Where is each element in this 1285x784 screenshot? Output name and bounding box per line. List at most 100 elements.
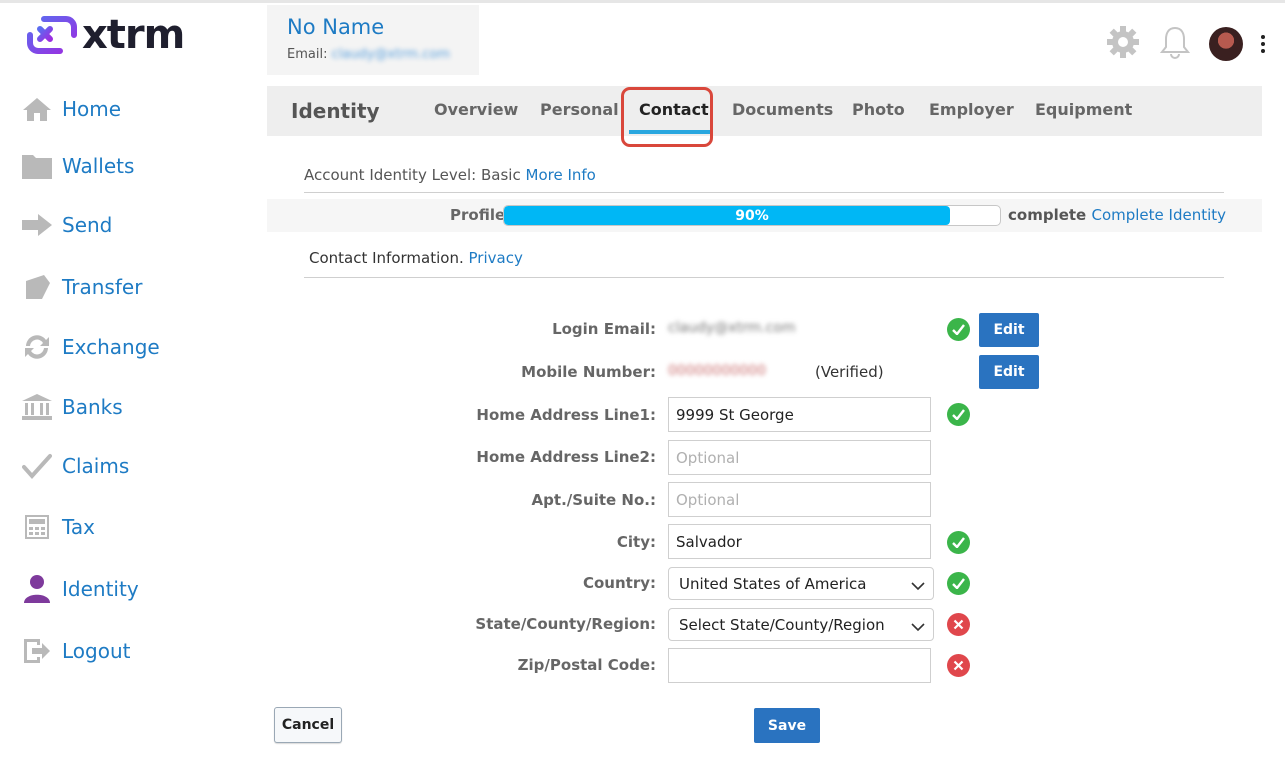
sidebar-item-logout[interactable]: Logout	[20, 631, 130, 671]
state-selected-value: Select State/County/Region	[679, 616, 885, 634]
complete-identity-link[interactable]: Complete Identity	[1091, 206, 1226, 224]
bell-icon[interactable]	[1159, 25, 1191, 63]
check-circle-icon	[947, 318, 970, 341]
bank-icon	[20, 390, 54, 424]
sidebar-item-label: Home	[62, 97, 122, 121]
sidebar-item-exchange[interactable]: Exchange	[20, 327, 160, 367]
address1-input[interactable]	[668, 397, 931, 432]
state-label: State/County/Region:	[475, 615, 656, 633]
complete-text: complete Complete Identity	[1008, 206, 1226, 224]
sidebar-item-home[interactable]: Home	[20, 89, 121, 129]
identity-tabbar: Identity Overview Personal Contact Docum…	[267, 86, 1262, 136]
gear-icon[interactable]	[1105, 24, 1141, 64]
tab-overview[interactable]: Overview	[434, 100, 518, 119]
sidebar-item-label: Send	[62, 213, 113, 237]
edit-mobile-button[interactable]: Edit	[979, 355, 1039, 389]
check-circle-icon	[947, 572, 970, 595]
sidebar-item-wallets[interactable]: Wallets	[20, 146, 134, 186]
sidebar-item-label: Tax	[62, 515, 95, 539]
sidebar-item-banks[interactable]: Banks	[20, 387, 123, 427]
check-circle-icon	[947, 403, 970, 426]
city-label: City:	[616, 533, 656, 551]
city-input[interactable]	[668, 524, 931, 559]
user-icon	[20, 572, 54, 606]
top-border	[0, 0, 1285, 3]
tab-personal[interactable]: Personal	[540, 100, 619, 119]
chevron-down-icon	[911, 577, 925, 595]
error-circle-icon	[947, 613, 970, 636]
profile-progress-row: Profile 90% complete Complete Identity	[267, 199, 1262, 232]
check-icon	[20, 449, 54, 483]
login-email-value: claudy@xtrm.com	[668, 320, 796, 336]
email-value: claudy@xtrm.com	[331, 47, 450, 62]
state-select[interactable]: Select State/County/Region	[668, 608, 934, 641]
user-name[interactable]: No Name	[287, 15, 384, 39]
chevron-down-icon	[911, 618, 925, 636]
cancel-button[interactable]: Cancel	[274, 707, 342, 743]
header-actions	[1105, 24, 1265, 64]
sidebar-item-label: Logout	[62, 639, 131, 663]
country-label: Country:	[582, 574, 656, 592]
tab-employer[interactable]: Employer	[929, 100, 1014, 119]
sidebar-item-label: Transfer	[62, 275, 143, 299]
user-info-panel: No Name Email: claudy@xtrm.com	[267, 5, 479, 75]
zip-input[interactable]	[668, 648, 931, 683]
contact-info-text: Contact Information.	[309, 249, 464, 267]
login-email-label: Login Email:	[552, 320, 656, 338]
avatar[interactable]	[1209, 27, 1243, 61]
brand-name: xtrm	[82, 12, 185, 58]
contact-info-line: Contact Information. Privacy	[309, 249, 523, 267]
address2-input[interactable]	[668, 440, 931, 475]
save-button[interactable]: Save	[754, 708, 820, 743]
page-title: Identity	[291, 99, 380, 123]
divider	[304, 192, 1224, 193]
tab-documents[interactable]: Documents	[732, 100, 833, 119]
more-info-link[interactable]: More Info	[526, 166, 596, 184]
calculator-icon	[20, 510, 54, 544]
complete-label: complete	[1008, 206, 1087, 224]
home-icon	[20, 92, 54, 126]
divider	[304, 277, 1224, 278]
sidebar-item-label: Claims	[62, 454, 130, 478]
sidebar-item-send[interactable]: Send	[20, 205, 112, 245]
check-circle-icon	[947, 531, 970, 554]
apt-suite-label: Apt./Suite No.:	[531, 491, 656, 509]
sidebar-item-transfer[interactable]: Transfer	[20, 267, 142, 307]
apt-suite-input[interactable]	[668, 482, 931, 517]
transfer-icon	[20, 270, 54, 304]
mobile-number-label: Mobile Number:	[521, 363, 656, 381]
privacy-link[interactable]: Privacy	[469, 249, 523, 267]
email-label: Email:	[287, 47, 328, 62]
mobile-number-value: 00000000000	[668, 363, 766, 379]
address1-label: Home Address Line1:	[476, 406, 656, 424]
sidebar-item-label: Identity	[62, 577, 139, 601]
country-select[interactable]: United States of America	[668, 567, 934, 600]
xtrm-logo-icon	[27, 16, 77, 54]
user-email: Email: claudy@xtrm.com	[287, 47, 450, 62]
folder-icon	[20, 149, 54, 183]
identity-level-text: Account Identity Level: Basic	[304, 166, 521, 184]
arrow-right-icon	[20, 208, 54, 242]
logout-icon	[20, 634, 54, 668]
mobile-verified-text: (Verified)	[815, 363, 884, 381]
error-circle-icon	[947, 654, 970, 677]
sidebar-item-claims[interactable]: Claims	[20, 446, 129, 486]
progress-text: 90%	[735, 208, 769, 224]
sidebar-item-label: Wallets	[62, 154, 135, 178]
profile-label: Profile	[450, 206, 506, 224]
address2-label: Home Address Line2:	[476, 448, 656, 466]
tab-photo[interactable]: Photo	[852, 100, 905, 119]
zip-label: Zip/Postal Code:	[517, 656, 656, 674]
identity-level: Account Identity Level: Basic More Info	[304, 166, 596, 184]
sidebar-item-label: Banks	[62, 395, 123, 419]
more-vertical-icon[interactable]	[1261, 35, 1265, 53]
brand-logo[interactable]: xtrm	[26, 12, 185, 58]
sidebar-item-identity[interactable]: Identity	[20, 569, 139, 609]
country-selected-value: United States of America	[679, 575, 867, 593]
exchange-icon	[20, 330, 54, 364]
sidebar-item-tax[interactable]: Tax	[20, 507, 95, 547]
tab-equipment[interactable]: Equipment	[1035, 100, 1132, 119]
tab-highlight-outline	[621, 87, 713, 147]
edit-login-email-button[interactable]: Edit	[979, 313, 1039, 347]
profile-progress-bar: 90%	[503, 205, 1001, 226]
